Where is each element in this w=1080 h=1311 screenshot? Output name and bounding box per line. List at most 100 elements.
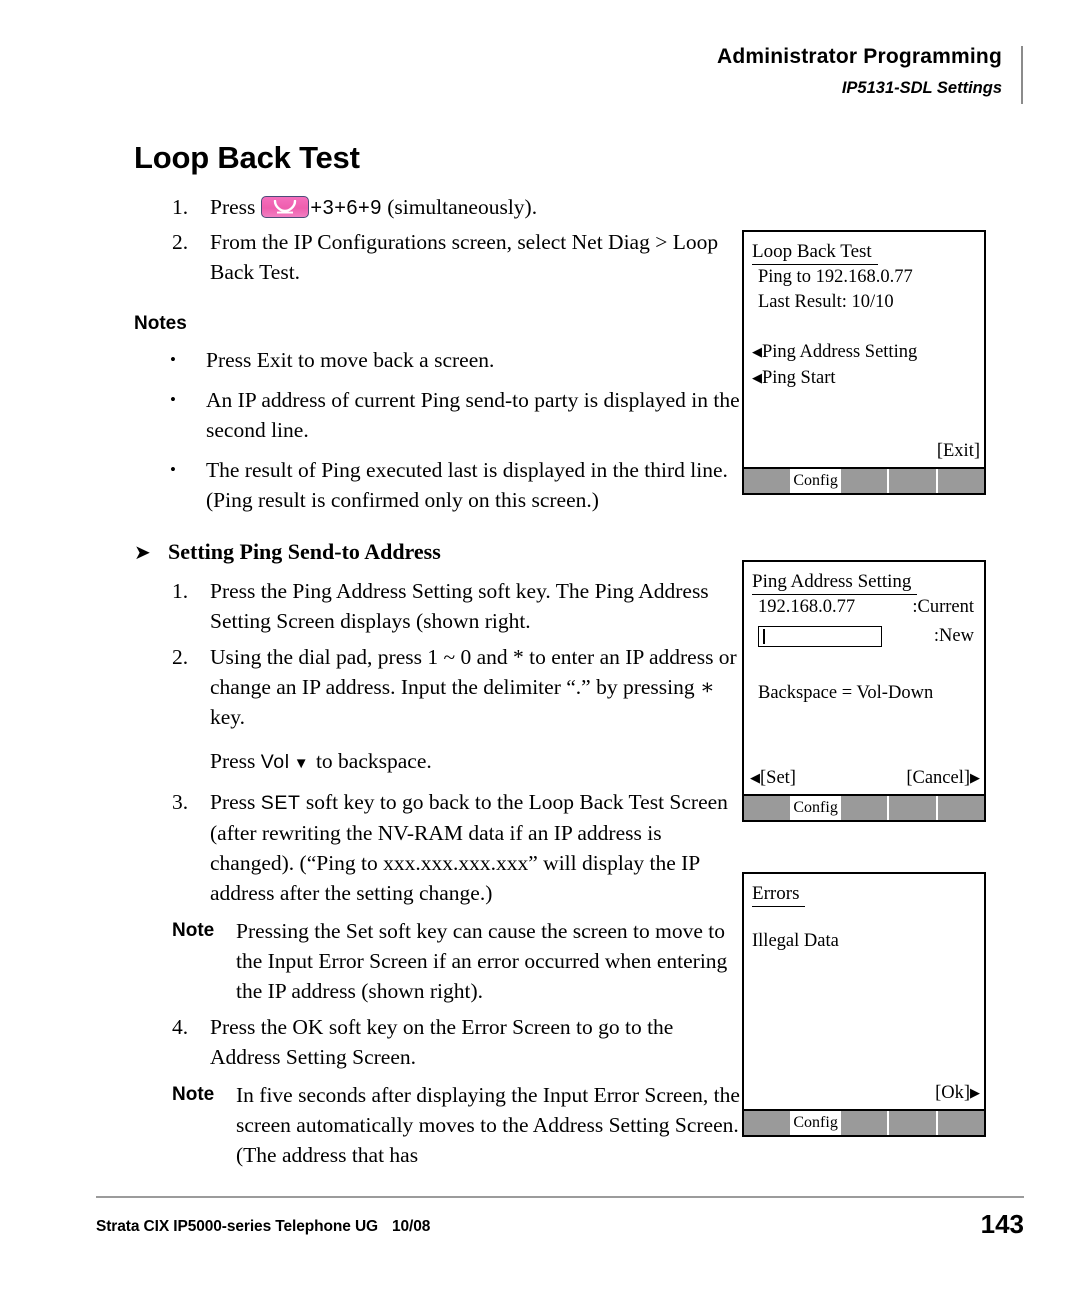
softkey-bar: Config <box>744 467 985 493</box>
softkey-bar: Config <box>744 794 985 820</box>
intro-step-2-text: From the IP Configurations screen, selec… <box>210 230 719 284</box>
section-step-3: 3. Press SET soft key to go back to the … <box>134 787 742 908</box>
intro-step-1-number: 1. <box>172 195 189 219</box>
section-step-1: 1. Press the Ping Address Setting soft k… <box>134 576 742 636</box>
lcd-spacer <box>752 661 976 673</box>
lcd-ok-button[interactable]: [Ok]▶ <box>935 1081 980 1105</box>
page-title: Loop Back Test <box>134 140 360 175</box>
backspace-pre: Press <box>210 749 261 773</box>
set-keycap: SET <box>260 792 301 814</box>
lcd-screen-body: Ping Address Setting 192.168.0.77 :Curre… <box>744 562 984 794</box>
lcd-line-ping-to: Ping to 192.168.0.77 <box>758 267 913 287</box>
triangle-left-icon: ◀ <box>752 344 762 359</box>
lcd-title-loop-back-test: Loop Back Test <box>752 240 878 265</box>
page-number: 143 <box>980 1209 1024 1239</box>
intro-step-2: 2. From the IP Configurations screen, se… <box>134 227 742 287</box>
note-bullet-3-text: The result of Ping executed last is disp… <box>206 458 728 512</box>
softkey-5[interactable] <box>937 469 985 493</box>
softkey-2-config[interactable]: Config <box>792 469 841 493</box>
note-bullet-1-text: Press Exit to move back a screen. <box>206 348 495 372</box>
text-caret-icon <box>763 629 765 644</box>
section-step-1-number: 1. <box>172 579 189 603</box>
lcd-bottom-row: [Ok]▶ <box>750 1081 980 1105</box>
lcd-menu-ping-address-setting[interactable]: ◀Ping Address Setting <box>752 339 976 365</box>
inline-note-1-label: Note <box>172 920 215 941</box>
notes-heading: Notes <box>134 313 187 334</box>
section-step-2-number: 2. <box>172 645 189 669</box>
handset-hold-key-icon <box>261 196 310 218</box>
lcd-title-errors: Errors <box>752 882 806 907</box>
lcd-cancel-button[interactable]: [Cancel]▶ <box>906 766 980 790</box>
triangle-right-icon: ▶ <box>970 770 980 785</box>
intro-step-1-tail: (simultaneously). <box>381 195 538 219</box>
lcd-line-illegal-data: Illegal Data <box>752 931 839 951</box>
vol-down-arrow-icon: ▼ <box>293 756 309 772</box>
lcd-menu-label: Ping Address Setting <box>762 342 918 362</box>
lcd-row-current-address: 192.168.0.77 :Current <box>752 595 976 620</box>
section-step-3-pre: Press <box>210 790 261 814</box>
section-heading-row: ➤ Setting Ping Send-to Address <box>134 539 742 566</box>
softkey-2-config[interactable]: Config <box>792 1111 841 1135</box>
lcd-current-ip-value: 192.168.0.77 <box>758 597 856 617</box>
section-step-3-body: Press SET soft key to go back to the Loo… <box>210 787 742 908</box>
inline-note-1-text: Pressing the Set soft key can cause the … <box>236 919 728 1003</box>
lcd-row-new-address: :New <box>752 624 976 649</box>
lcd-set-button[interactable]: ◀[Set] <box>750 766 796 790</box>
lcd-bottom-row: ◀[Set] [Cancel]▶ <box>750 766 980 790</box>
section-step-3-number: 3. <box>172 790 189 814</box>
header-title: Administrator Programming <box>716 45 1002 68</box>
section-step-4-text: Press the OK soft key on the Error Scree… <box>210 1015 674 1069</box>
backspace-post: to backspace. <box>310 749 432 773</box>
lcd-current-label: :Current <box>912 597 974 617</box>
softkey-3[interactable] <box>840 469 890 493</box>
lcd-screen-body: Loop Back Test Ping to 192.168.0.77 Last… <box>744 232 984 467</box>
footer-date: 10/08 <box>392 1218 431 1235</box>
softkey-bar: Config <box>744 1109 985 1135</box>
lcd-menu-ping-start[interactable]: ◀Ping Start <box>752 365 976 391</box>
note-bullet-3: • The result of Ping executed last is di… <box>134 455 742 515</box>
softkey-1[interactable] <box>744 1111 793 1135</box>
lcd-exit-button[interactable]: [Exit] <box>937 439 980 463</box>
lcd-spacer <box>752 315 976 327</box>
note-bullet-2-text: An IP address of current Ping send-to pa… <box>206 388 740 442</box>
softkey-1[interactable] <box>744 796 793 820</box>
inline-note-2-label: Note <box>172 1084 215 1105</box>
triangle-left-icon: ◀ <box>750 770 760 785</box>
lcd-menu-label: Ping Start <box>762 368 836 388</box>
lcd-spacer <box>752 907 976 919</box>
softkey-5[interactable] <box>937 796 985 820</box>
bullet-icon: • <box>170 390 176 409</box>
lcd-title-ping-address-setting: Ping Address Setting <box>752 570 918 595</box>
intro-step-2-number: 2. <box>172 230 189 254</box>
softkey-3[interactable] <box>840 1111 890 1135</box>
note-bullet-2: • An IP address of current Ping send-to … <box>134 385 742 445</box>
header-vertical-divider <box>1021 46 1023 104</box>
footer-document-info: Strata CIX IP5000-series Telephone UG 10/… <box>96 1218 430 1236</box>
softkey-4[interactable] <box>889 796 938 820</box>
lcd-cancel-label: [Cancel] <box>906 768 970 788</box>
section-step-4: 4. Press the OK soft key on the Error Sc… <box>134 1012 742 1072</box>
lcd-new-label: :New <box>933 626 974 646</box>
lcd-bottom-row: [Exit] <box>750 439 980 463</box>
lcd-spacer <box>752 649 976 661</box>
lcd-new-ip-input[interactable] <box>758 626 882 647</box>
section-step-4-number: 4. <box>172 1015 189 1039</box>
intro-step-1: 1. Press +3+6+9 (simultaneously). <box>134 192 742 223</box>
vol-keycap: Vol <box>260 751 290 773</box>
softkey-4[interactable] <box>889 469 938 493</box>
softkey-2-config[interactable]: Config <box>792 796 841 820</box>
lcd-line-last-result: Last Result: 10/10 <box>758 292 894 312</box>
intro-step-1-body: Press +3+6+9 (simultaneously). <box>210 192 742 223</box>
note-bullet-1: • Press Exit to move back a screen. <box>134 345 742 375</box>
lcd-screen-ping-address-setting: Ping Address Setting 192.168.0.77 :Curre… <box>742 560 986 822</box>
triangle-left-icon: ◀ <box>752 370 762 385</box>
body-text-column: 1. Press +3+6+9 (simultaneously). 2. From… <box>134 192 742 1176</box>
softkey-1[interactable] <box>744 469 793 493</box>
bullet-icon: • <box>170 460 176 479</box>
lcd-ok-label: [Ok] <box>935 1083 970 1103</box>
softkey-5[interactable] <box>937 1111 985 1135</box>
softkey-3[interactable] <box>840 796 890 820</box>
softkey-4[interactable] <box>889 1111 938 1135</box>
lcd-screen-body: Errors Illegal Data [Ok]▶ <box>744 874 984 1109</box>
footer-divider <box>96 1196 1024 1198</box>
